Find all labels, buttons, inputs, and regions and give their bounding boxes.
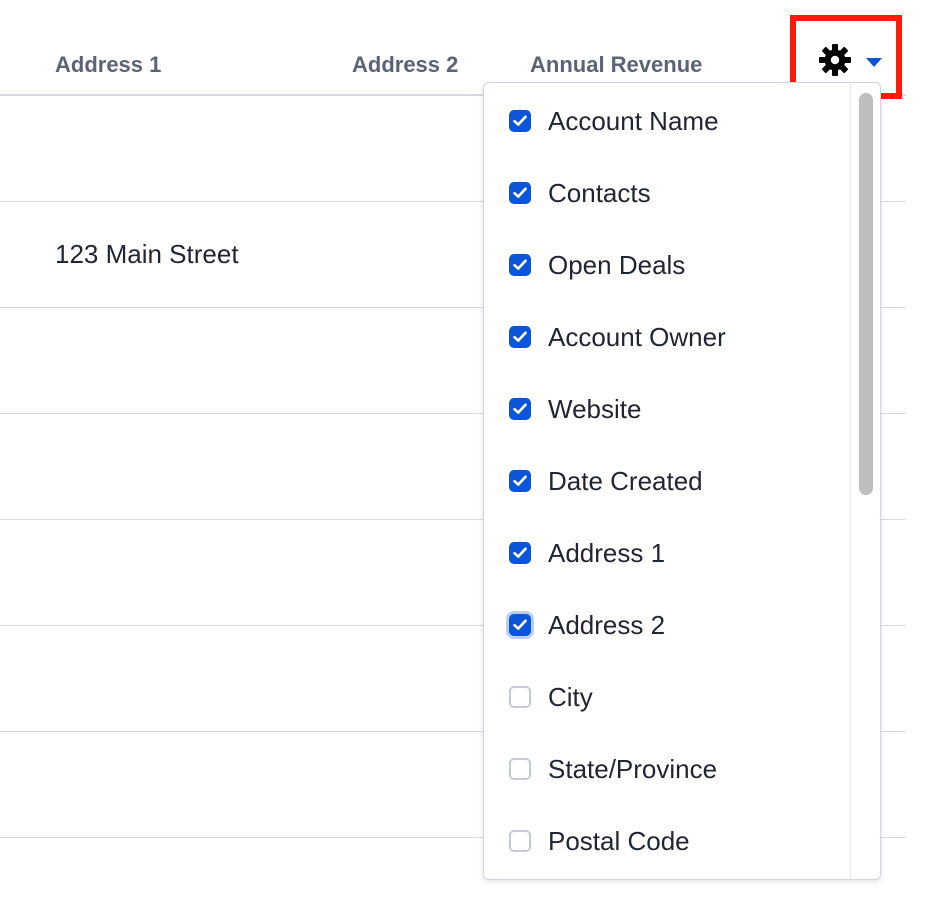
scrollbar-thumb[interactable] [859,93,873,495]
menu-item-city[interactable]: City [484,661,850,733]
checkmark-icon [513,187,527,198]
cell-address1: 123 Main Street [55,239,239,269]
checkbox-checked[interactable] [509,398,531,420]
column-header-address1[interactable]: Address 1 [55,52,161,78]
checkmark-icon [513,403,527,414]
scrollbar-track[interactable] [850,83,880,879]
checkbox-unchecked[interactable] [509,758,531,780]
checkbox-checked[interactable] [509,326,531,348]
checkmark-icon [513,619,527,630]
menu-item-contacts[interactable]: Contacts [484,157,850,229]
menu-item-label: Postal Code [548,826,690,856]
gear-icon [819,44,851,76]
menu-item-open-deals[interactable]: Open Deals [484,229,850,301]
menu-item-account-name[interactable]: Account Name [484,85,850,157]
checkbox-checked[interactable] [509,110,531,132]
menu-item-label: Date Created [548,466,703,496]
menu-item-website[interactable]: Website [484,373,850,445]
menu-item-label: Open Deals [548,250,686,280]
checkbox-checked[interactable] [509,182,531,204]
menu-item-address1[interactable]: Address 1 [484,517,850,589]
column-visibility-menu: Account Name Contacts Open Deals Account… [483,82,881,880]
checkbox-checked-focused[interactable] [509,614,531,636]
column-header-annual-revenue[interactable]: Annual Revenue [530,52,702,78]
checkbox-checked[interactable] [509,542,531,564]
checkbox-unchecked[interactable] [509,830,531,852]
menu-item-address2[interactable]: Address 2 [484,589,850,661]
menu-item-label: Contacts [548,178,651,208]
menu-item-label: Account Name [548,106,719,136]
checkbox-checked[interactable] [509,470,531,492]
checkbox-unchecked[interactable] [509,686,531,708]
column-header-address2[interactable]: Address 2 [352,52,458,78]
menu-item-label: State/Province [548,754,718,784]
checkbox-checked[interactable] [509,254,531,276]
checkmark-icon [513,259,527,270]
checkmark-icon [513,115,527,126]
menu-item-date-created[interactable]: Date Created [484,445,850,517]
menu-item-postal-code[interactable]: Postal Code [484,805,850,877]
menu-item-label: Address 2 [548,610,666,640]
menu-item-label: City [548,682,593,712]
checkmark-icon [513,547,527,558]
chevron-down-icon [866,58,882,67]
accounts-table-view: Address 1 Address 2 Annual Revenue 123 M… [0,0,934,916]
checkmark-icon [513,475,527,486]
menu-item-label: Account Owner [548,322,726,352]
menu-item-account-owner[interactable]: Account Owner [484,301,850,373]
menu-item-label: Website [548,394,642,424]
checkmark-icon [513,331,527,342]
menu-item-state-province[interactable]: State/Province [484,733,850,805]
menu-item-label: Address 1 [548,538,666,568]
